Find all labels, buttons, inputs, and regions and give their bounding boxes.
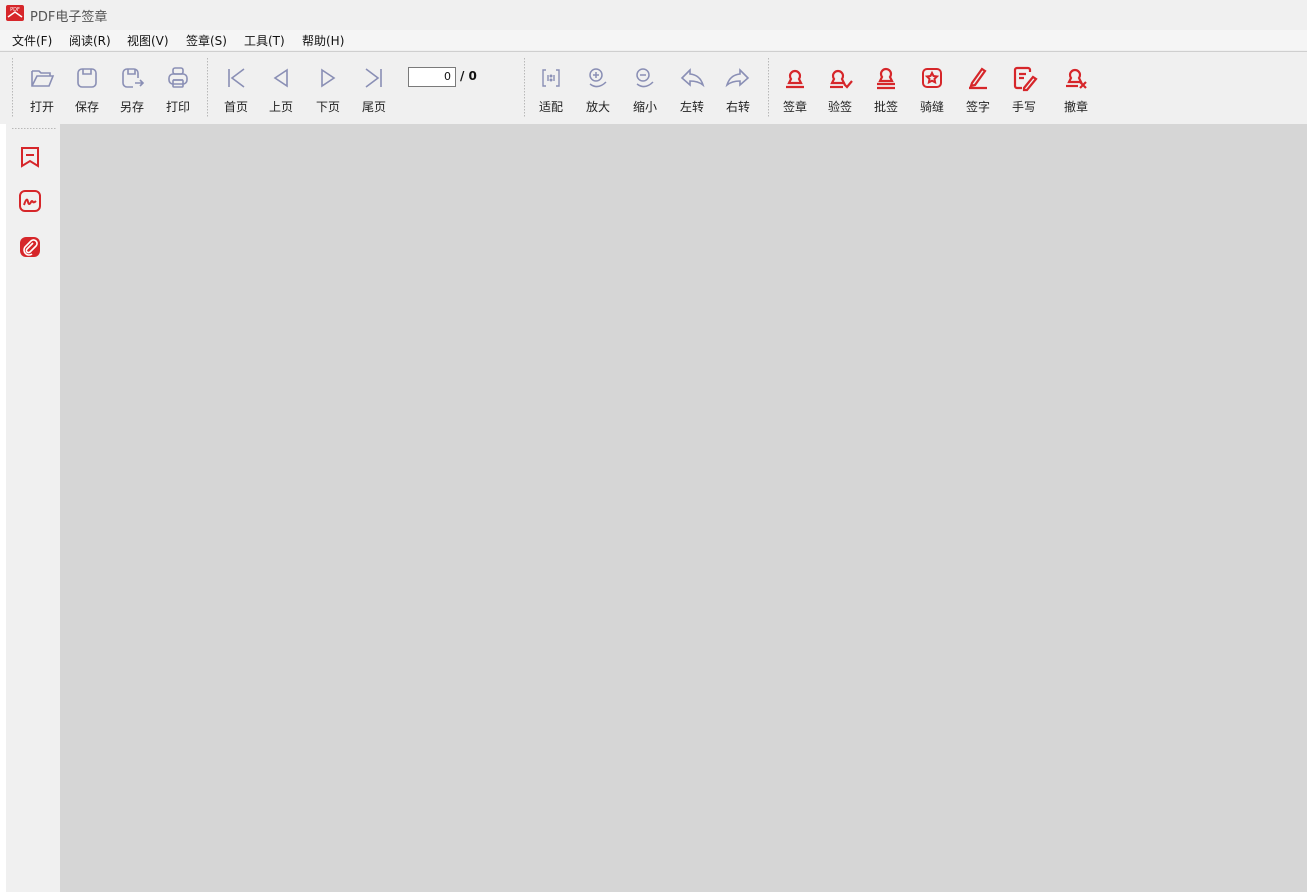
sign-name-label: 签字 bbox=[965, 100, 990, 114]
menu-bar: 文件(F) 阅读(R) 视图(V) 签章(S) 工具(T) 帮助(H) bbox=[0, 30, 1307, 50]
verify-stamp-icon bbox=[830, 69, 853, 89]
page-total: / 0 bbox=[460, 69, 477, 83]
attachment-panel-button[interactable] bbox=[17, 234, 43, 260]
verify-stamp-label: 验签 bbox=[827, 100, 852, 114]
window-title: PDF电子签章 bbox=[30, 10, 108, 25]
bookmark-button[interactable] bbox=[17, 144, 43, 170]
toolbar: 打开 保存 另存 打印 首页 上页 下页 尾页 0 / 0 适配 放大 缩小 左… bbox=[0, 52, 1307, 124]
save-as-icon bbox=[122, 68, 145, 88]
seam-stamp-icon bbox=[922, 68, 942, 88]
first-page-button[interactable]: 首页 bbox=[214, 60, 258, 118]
verify-stamp-button[interactable]: 验签 bbox=[818, 60, 862, 118]
seam-stamp-label: 骑缝 bbox=[919, 100, 944, 114]
left-edge bbox=[0, 124, 6, 892]
seam-stamp-button[interactable]: 骑缝 bbox=[910, 60, 954, 118]
batch-stamp-label: 批签 bbox=[873, 100, 898, 114]
print-button[interactable]: 打印 bbox=[156, 60, 200, 118]
folder-open-icon bbox=[31, 70, 55, 87]
svg-text:PDF: PDF bbox=[10, 7, 20, 13]
stamp-icon bbox=[786, 69, 804, 89]
save-icon bbox=[77, 68, 97, 88]
last-page-button[interactable]: 尾页 bbox=[352, 60, 396, 118]
pdf-app-icon: PDF bbox=[6, 5, 24, 21]
print-icon bbox=[168, 67, 188, 88]
save-as-label: 另存 bbox=[119, 100, 144, 114]
stamp-button[interactable]: 签章 bbox=[773, 60, 817, 118]
zoom-in-icon bbox=[589, 68, 607, 88]
rotate-right-icon bbox=[725, 68, 750, 88]
attachment-icon bbox=[20, 237, 40, 257]
revoke-stamp-icon bbox=[1066, 68, 1087, 89]
toolbar-separator bbox=[524, 58, 525, 118]
handwrite-icon bbox=[1013, 66, 1038, 92]
menu-help[interactable]: 帮助(H) bbox=[302, 32, 344, 49]
next-page-button[interactable]: 下页 bbox=[306, 60, 350, 118]
rotate-right-button[interactable]: 右转 bbox=[716, 60, 760, 118]
fit-page-icon bbox=[542, 69, 560, 87]
prev-page-button[interactable]: 上页 bbox=[259, 60, 303, 118]
rotate-left-label: 左转 bbox=[679, 100, 704, 114]
sign-name-button[interactable]: 签字 bbox=[956, 60, 1000, 118]
fit-page-label: 适配 bbox=[538, 100, 563, 114]
last-page-icon bbox=[365, 68, 382, 88]
prev-page-label: 上页 bbox=[268, 100, 293, 114]
page-number-input[interactable]: 0 bbox=[408, 67, 456, 87]
menu-tools[interactable]: 工具(T) bbox=[244, 32, 285, 49]
toolbar-separator bbox=[207, 58, 208, 118]
first-page-label: 首页 bbox=[223, 100, 248, 114]
zoom-out-icon bbox=[636, 68, 654, 88]
menu-sign[interactable]: 签章(S) bbox=[186, 32, 227, 49]
panel-grip bbox=[12, 128, 56, 129]
save-button[interactable]: 保存 bbox=[65, 60, 109, 118]
rotate-left-icon bbox=[680, 68, 705, 88]
fit-page-button[interactable]: 适配 bbox=[529, 60, 573, 118]
rotate-left-button[interactable]: 左转 bbox=[670, 60, 714, 118]
menu-file[interactable]: 文件(F) bbox=[12, 32, 52, 49]
title-bar: PDF PDF电子签章 bbox=[0, 0, 1307, 28]
zoom-out-label: 缩小 bbox=[632, 100, 657, 114]
first-page-icon bbox=[228, 68, 245, 88]
open-label: 打开 bbox=[29, 100, 54, 114]
bookmark-icon bbox=[21, 147, 39, 168]
zoom-in-button[interactable]: 放大 bbox=[576, 60, 620, 118]
menu-view[interactable]: 视图(V) bbox=[127, 32, 169, 49]
print-label: 打印 bbox=[165, 100, 190, 114]
next-page-icon bbox=[321, 68, 336, 88]
stamp-label: 签章 bbox=[782, 100, 807, 114]
zoom-in-label: 放大 bbox=[585, 100, 610, 114]
revoke-stamp-label: 撤章 bbox=[1063, 100, 1088, 114]
handwrite-button[interactable]: 手写 bbox=[1002, 60, 1046, 118]
save-as-button[interactable]: 另存 bbox=[110, 60, 154, 118]
document-view-area[interactable] bbox=[60, 124, 1307, 892]
handwrite-label: 手写 bbox=[1011, 100, 1036, 114]
signature-pen-icon bbox=[969, 67, 987, 90]
left-side-panel bbox=[0, 124, 60, 892]
zoom-out-button[interactable]: 缩小 bbox=[623, 60, 667, 118]
batch-stamp-button[interactable]: 批签 bbox=[864, 60, 908, 118]
save-label: 保存 bbox=[74, 100, 99, 114]
prev-page-icon bbox=[273, 68, 288, 88]
signature-panel-button[interactable] bbox=[17, 188, 43, 214]
rotate-right-label: 右转 bbox=[725, 100, 750, 114]
toolbar-grip bbox=[12, 58, 13, 118]
menu-read[interactable]: 阅读(R) bbox=[69, 32, 111, 49]
open-button[interactable]: 打开 bbox=[20, 60, 64, 118]
batch-stamp-icon bbox=[877, 67, 895, 90]
last-page-label: 尾页 bbox=[361, 100, 386, 114]
signature-icon bbox=[19, 190, 41, 212]
revoke-stamp-button[interactable]: 撤章 bbox=[1054, 60, 1098, 118]
toolbar-separator bbox=[768, 58, 769, 118]
next-page-label: 下页 bbox=[315, 100, 340, 114]
